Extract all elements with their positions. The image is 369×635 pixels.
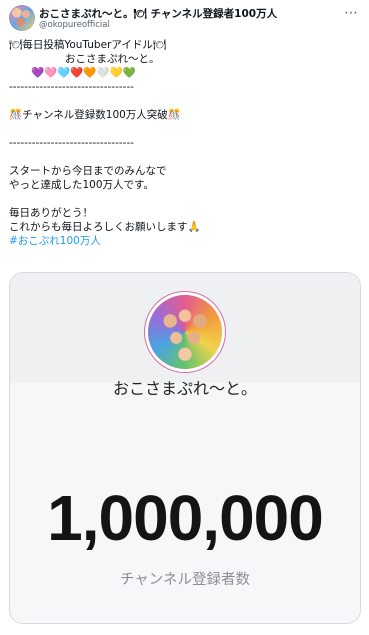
media-card[interactable]: おこさまぷれ〜と。 1,000,000 チャンネル登録者数 <box>9 272 361 624</box>
handle[interactable]: @okopureofficial <box>39 20 110 30</box>
hashtag-link[interactable]: #おこぷれ100万人 <box>9 234 359 248</box>
tweet-line: やっと達成した100万人です。 <box>9 179 154 191</box>
avatar[interactable] <box>9 5 35 31</box>
tweet-line: これからも毎日よろしくお願いします🙏 <box>9 221 201 233</box>
display-name[interactable]: おこさまぷれ〜と。🍽 チャンネル登録者100万人 <box>39 6 277 21</box>
subscriber-count: 1,000,000 <box>47 482 324 554</box>
subscriber-label: チャンネル登録者数 <box>119 572 251 588</box>
more-options-icon[interactable]: ⋯ <box>344 5 359 21</box>
tweet-line-divider: --------------------------------- <box>9 81 135 93</box>
tweet-header: おこさまぷれ〜と。🍽 チャンネル登録者100万人 @okopureofficia… <box>9 5 359 33</box>
tweet-line-divider: --------------------------------- <box>9 137 135 149</box>
channel-name: おこさまぷれ〜と。 <box>112 379 257 398</box>
tweet-line: 毎日ありがとう！ <box>9 207 93 219</box>
tweet-line: スタートから今日までのみんなで <box>9 165 167 177</box>
tweet-line: 🎊チャンネル登録数100万人突破🎊 <box>9 109 181 121</box>
tweet-line-hearts: 💜🩷🩵❤️🧡🤍💛💚 <box>31 67 136 79</box>
tweet-text: 🍽毎日投稿YouTuberアイドル🍽 おこさまぷれ〜と。 💜🩷🩵❤️🧡🤍💛💚 -… <box>9 38 359 248</box>
group-photo <box>148 295 222 369</box>
tweet-line: おこさまぷれ〜と。 <box>65 53 160 65</box>
tweet-line: 🍽毎日投稿YouTuberアイドル🍽 <box>9 39 167 51</box>
